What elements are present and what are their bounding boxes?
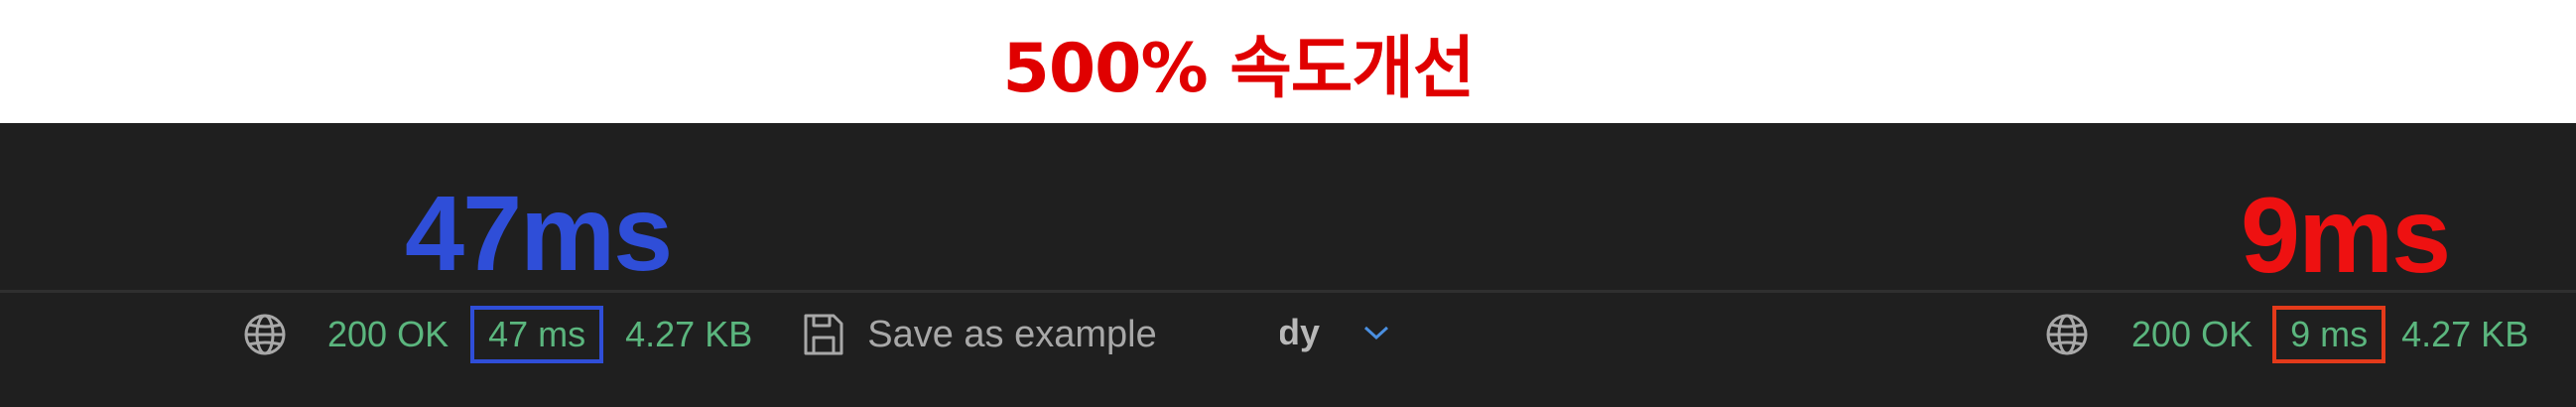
headline-text: 500% 속도개선 bbox=[1002, 29, 1476, 108]
after-panel: 9ms Body 200 OK 9 ms 4.27 KB bbox=[1280, 123, 2576, 407]
body-tab[interactable]: Body bbox=[1280, 312, 1389, 353]
after-response-status-bar: 200 OK 9 ms 4.27 KB bbox=[2044, 300, 2528, 369]
chevron-down-icon[interactable] bbox=[1363, 325, 1389, 340]
globe-icon[interactable] bbox=[2044, 312, 2090, 357]
save-icon bbox=[802, 312, 845, 357]
save-as-example-button[interactable]: Save as example bbox=[802, 312, 1157, 357]
save-as-example-label: Save as example bbox=[867, 314, 1157, 355]
before-panel: 47ms 200 OK 47 ms 4.27 KB Save as exampl… bbox=[0, 123, 1280, 407]
after-response-size: 4.27 KB bbox=[2401, 314, 2529, 354]
before-response-status-bar: 200 OK 47 ms 4.27 KB Save as example bbox=[242, 300, 1157, 369]
after-response-time: 9 ms bbox=[2290, 314, 2369, 354]
before-response-size: 4.27 KB bbox=[625, 314, 753, 354]
globe-icon[interactable] bbox=[242, 312, 288, 357]
before-status-code: 200 OK bbox=[327, 314, 450, 354]
before-timing-label: 47ms bbox=[405, 173, 673, 293]
after-response-time-highlight: 9 ms bbox=[2272, 306, 2386, 363]
before-response-time: 47 ms bbox=[488, 314, 586, 354]
before-response-time-highlight: 47 ms bbox=[470, 306, 604, 363]
after-status-code: 200 OK bbox=[2131, 314, 2254, 354]
after-timing-label: 9ms bbox=[2241, 175, 2451, 295]
headline: 500% 속도개선 bbox=[0, 0, 2576, 123]
body-tab-label: Body bbox=[1280, 312, 1320, 352]
before-divider bbox=[0, 290, 1280, 293]
